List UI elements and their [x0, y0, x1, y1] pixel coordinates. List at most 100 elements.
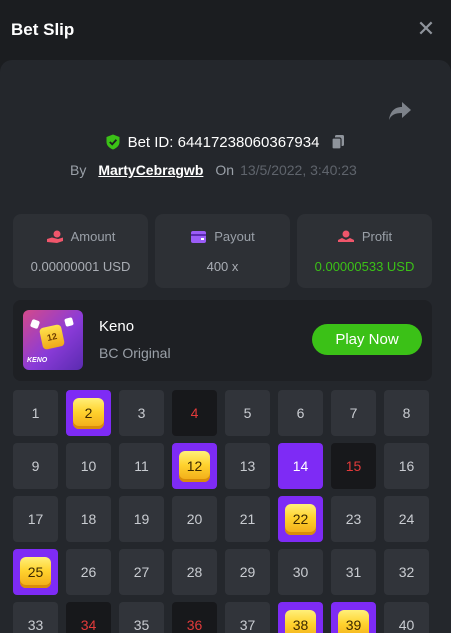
on-label: On [215, 162, 235, 178]
cell-number: 19 [133, 511, 150, 527]
amount-label: Amount [70, 229, 116, 244]
gem-number: 39 [338, 609, 369, 633]
close-icon[interactable]: ✕ [416, 18, 436, 40]
keno-cell-25: 25 [13, 549, 58, 595]
keno-cell-15: 15 [331, 443, 376, 489]
keno-cell-26: 26 [66, 549, 111, 595]
payout-label: Payout [214, 229, 255, 244]
keno-cell-17: 17 [13, 496, 58, 542]
cell-number: 24 [398, 511, 415, 527]
gem-number: 2 [73, 397, 104, 429]
cell-number: 10 [80, 458, 97, 474]
cell-number: 11 [134, 458, 149, 474]
cell-number: 21 [239, 511, 256, 527]
profit-icon [337, 230, 354, 242]
keno-cell-34: 34 [66, 602, 111, 633]
bet-id: Bet ID: 64417238060367934 [127, 133, 320, 151]
keno-cell-11: 11 [119, 443, 164, 489]
cell-number: 40 [398, 617, 415, 633]
keno-cell-10: 10 [66, 443, 111, 489]
cell-number: 6 [296, 405, 305, 421]
share-icon[interactable] [387, 100, 413, 122]
cell-number: 5 [243, 405, 252, 421]
gem-number: 12 [179, 450, 210, 482]
cell-number: 37 [239, 617, 256, 633]
keno-cell-13: 13 [225, 443, 270, 489]
cell-number: 9 [31, 458, 40, 474]
cell-number: 32 [398, 564, 415, 580]
cell-number: 28 [186, 564, 203, 580]
cell-number: 15 [345, 458, 362, 474]
thumb-cube: 12 [38, 323, 66, 351]
keno-cell-31: 31 [331, 549, 376, 595]
cell-number: 17 [27, 511, 44, 527]
bet-slip-header: Bet Slip ✕ [0, 0, 451, 60]
verified-shield-icon [106, 134, 120, 150]
amount-icon [46, 230, 63, 243]
keno-cell-33: 33 [13, 602, 58, 633]
keno-cell-2: 2 [66, 390, 111, 436]
keno-cell-38: 38 [278, 602, 323, 633]
keno-cell-6: 6 [278, 390, 323, 436]
keno-cell-29: 29 [225, 549, 270, 595]
payout-stat: Payout 400 x [155, 214, 290, 288]
profit-stat: Profit 0.00000533 USD [297, 214, 432, 288]
keno-cell-19: 19 [119, 496, 164, 542]
keno-cell-40: 40 [384, 602, 429, 633]
game-card: 12 KENO Keno BC Original Play Now [13, 300, 432, 381]
cell-number: 31 [345, 564, 362, 580]
cell-number: 1 [31, 405, 40, 421]
thumb-label: KENO [27, 357, 48, 364]
keno-cell-27: 27 [119, 549, 164, 595]
keno-cell-39: 39 [331, 602, 376, 633]
amount-value: 0.00000001 USD [30, 259, 131, 274]
keno-cell-24: 24 [384, 496, 429, 542]
keno-cell-18: 18 [66, 496, 111, 542]
payout-value: 400 x [206, 259, 239, 274]
copy-icon[interactable] [330, 134, 346, 150]
cell-number: 33 [27, 617, 44, 633]
cell-number: 16 [398, 458, 415, 474]
game-subtitle: BC Original [99, 345, 171, 361]
keno-cell-30: 30 [278, 549, 323, 595]
cell-number: 30 [292, 564, 309, 580]
keno-cell-16: 16 [384, 443, 429, 489]
cell-number: 14 [292, 458, 309, 474]
keno-cell-32: 32 [384, 549, 429, 595]
by-label: By [70, 162, 87, 178]
cell-number: 3 [137, 405, 146, 421]
keno-board: 1 2 3 4 5 6 7 8 9 10 11 12 13 14 15 16 17 18 19 20 21 22 23 24 2… [13, 390, 433, 633]
cell-number: 23 [345, 511, 362, 527]
keno-cell-23: 23 [331, 496, 376, 542]
play-now-button[interactable]: Play Now [312, 324, 422, 355]
thumb-dot [29, 318, 41, 330]
keno-thumbnail[interactable]: 12 KENO [23, 310, 83, 370]
keno-cell-7: 7 [331, 390, 376, 436]
gem-number: 25 [20, 556, 51, 588]
profit-label: Profit [361, 229, 393, 244]
cell-number: 36 [186, 617, 203, 633]
cell-number: 35 [133, 617, 150, 633]
cell-number: 4 [190, 405, 199, 421]
keno-cell-21: 21 [225, 496, 270, 542]
cell-number: 34 [80, 617, 97, 633]
cell-number: 8 [402, 405, 411, 421]
gem-number: 38 [285, 609, 316, 633]
cell-number: 7 [349, 405, 358, 421]
profit-value: 0.00000533 USD [314, 259, 415, 274]
keno-cell-1: 1 [13, 390, 58, 436]
bet-date: 13/5/2022, 3:40:23 [240, 162, 357, 178]
wallet-icon [191, 230, 207, 243]
keno-cell-20: 20 [172, 496, 217, 542]
bet-meta-row: By MartyCebragwb On 13/5/2022, 3:40:23 [70, 159, 357, 181]
cell-number: 20 [186, 511, 203, 527]
keno-cell-3: 3 [119, 390, 164, 436]
cell-number: 18 [80, 511, 97, 527]
keno-cell-22: 22 [278, 496, 323, 542]
keno-cell-37: 37 [225, 602, 270, 633]
keno-cell-28: 28 [172, 549, 217, 595]
keno-cell-9: 9 [13, 443, 58, 489]
bet-id-row: Bet ID: 64417238060367934 [0, 130, 451, 154]
cell-number: 27 [133, 564, 150, 580]
username-link[interactable]: MartyCebragwb [98, 162, 203, 178]
